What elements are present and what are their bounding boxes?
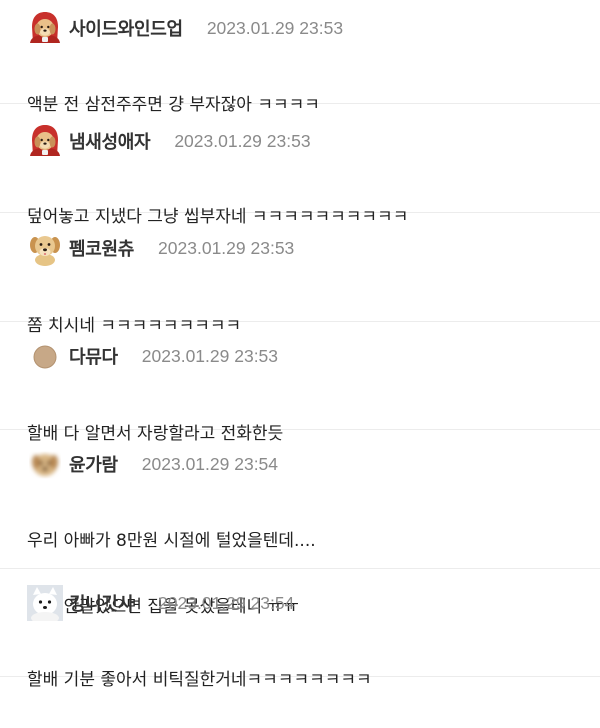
white-dog-icon[interactable] — [27, 585, 63, 621]
comment-date: 2023.01.29 23:53 — [206, 17, 344, 38]
puppy-red-hood-icon[interactable] — [27, 10, 63, 46]
comment-nickname[interactable]: 냄새성애자 — [69, 128, 151, 154]
comment-header: 냄새성애자 2023.01.29 23:53 — [27, 126, 600, 156]
comment-date: 2023.01.29 23:54 — [141, 453, 279, 474]
comment-nickname[interactable]: 킹니갓사 — [69, 590, 134, 616]
comment-nickname[interactable]: 윤가람 — [69, 451, 118, 477]
comment-date: 2023.01.29 23:53 — [158, 237, 295, 258]
comment-nickname[interactable]: 펨코원츄 — [69, 235, 134, 261]
comment-date: 2023.01.29 23:53 — [141, 345, 279, 366]
comment-line: 할배 기분 좋아서 비틱질한거네ㅋㅋㅋㅋㅋㅋㅋㅋ — [27, 670, 372, 690]
comment-date: 2023.01.29 23:54 — [158, 592, 295, 613]
golden-puppy-icon[interactable] — [27, 230, 63, 266]
comment-nickname[interactable]: 다뮤다 — [69, 343, 118, 369]
comment-header: 다뮤다 2023.01.29 23:53 — [27, 341, 600, 371]
comment-date: 2023.01.29 23:53 — [174, 130, 311, 151]
comment-header: 윤가람 2023.01.29 23:54 — [27, 449, 600, 479]
comment-header: 킹니갓사 2023.01.29 23:54 — [27, 588, 600, 618]
comment-list: 사이드와인드업 2023.01.29 23:53 액분 전 삼전주주면 걍 부자… — [0, 0, 600, 690]
comment-header: 펨코원츄 2023.01.29 23:53 — [27, 233, 600, 263]
comment-nickname[interactable]: 사이드와인드업 — [69, 15, 183, 41]
comment-item: 사이드와인드업 2023.01.29 23:53 액분 전 삼전주주면 걍 부자… — [0, 0, 600, 115]
comment-header: 사이드와인드업 2023.01.29 23:53 — [27, 13, 600, 43]
comment-line: 우리 아빠가 8만원 시절에 털었을텐데.... — [27, 531, 316, 551]
blurred-puppy-icon[interactable] — [27, 446, 63, 482]
tan-circle-icon[interactable] — [27, 338, 63, 374]
comment-item: 윤가람 2023.01.29 23:54 우리 아빠가 8만원 시절에 털었을텐… — [0, 430, 600, 617]
comment-body: 할배 기분 좋아서 비틱질한거네ㅋㅋㅋㅋㅋㅋㅋㅋ — [27, 632, 600, 728]
puppy-red-hood-icon[interactable] — [27, 123, 63, 159]
